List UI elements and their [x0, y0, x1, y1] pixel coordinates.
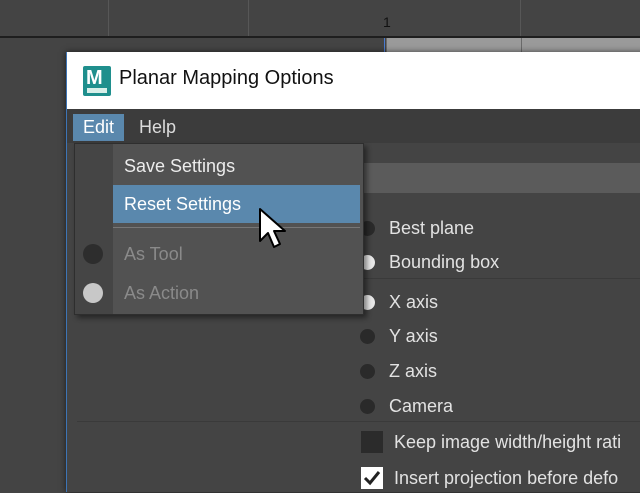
- menu-bar: Edit Help: [67, 109, 640, 143]
- grid-line: [248, 0, 249, 36]
- keep-ratio-label: Keep image width/height rati: [394, 432, 622, 452]
- edit-dropdown-menu: Save Settings Reset Settings As Tool As …: [74, 143, 364, 315]
- checkmark-icon: [363, 471, 381, 486]
- maya-app-icon: M: [83, 66, 111, 96]
- timeline-cell: [521, 38, 640, 52]
- radio-button[interactable]: [360, 398, 375, 414]
- grid-line: [108, 0, 109, 36]
- option-best-plane[interactable]: Best plane: [360, 215, 474, 241]
- as-tool-radio: [83, 244, 103, 264]
- viewport-marker: 1: [383, 14, 391, 30]
- title-bar[interactable]: M Planar Mapping Options: [67, 52, 640, 109]
- option-z-axis[interactable]: Z axis: [360, 358, 437, 384]
- radio-button[interactable]: [360, 328, 375, 344]
- menu-help[interactable]: Help: [129, 114, 186, 141]
- menu-item-as-tool: As Tool: [124, 244, 183, 264]
- menu-item-as-action: As Action: [124, 283, 200, 303]
- option-bounding-box[interactable]: Bounding box: [360, 249, 499, 275]
- grid-line: [520, 0, 521, 36]
- window-title: Planar Mapping Options: [119, 67, 334, 89]
- menu-separator: [113, 227, 360, 228]
- menu-item-reset-settings[interactable]: Reset Settings: [113, 185, 360, 223]
- option-y-axis[interactable]: Y axis: [360, 323, 438, 349]
- hand-cursor-icon: [259, 208, 286, 248]
- insert-projection-label: Insert projection before defo: [394, 468, 619, 488]
- divider: [77, 421, 640, 422]
- option-camera[interactable]: Camera: [360, 393, 453, 419]
- menu-item-save-settings[interactable]: Save Settings: [113, 147, 360, 185]
- frame-indicator: [384, 38, 385, 52]
- keep-ratio-checkbox[interactable]: [361, 431, 383, 453]
- option-x-axis[interactable]: X axis: [360, 289, 438, 315]
- as-action-radio: [83, 283, 103, 303]
- radio-button[interactable]: [360, 363, 375, 379]
- timeline-cell: [386, 38, 521, 52]
- insert-projection-checkbox[interactable]: [361, 467, 383, 489]
- menu-edit[interactable]: Edit: [73, 114, 125, 141]
